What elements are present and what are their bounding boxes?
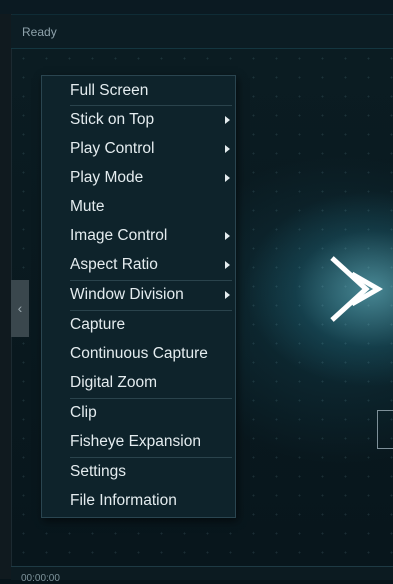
menu-item-label: Clip bbox=[70, 404, 97, 421]
menu-item-label: Capture bbox=[70, 316, 126, 333]
menu-item-label: Stick on Top bbox=[70, 111, 155, 128]
caret-right-icon bbox=[225, 261, 230, 269]
menu-item-label: Aspect Ratio bbox=[70, 256, 158, 273]
menu-item-label: Digital Zoom bbox=[70, 374, 157, 391]
playback-bar: 00:00:00 bbox=[11, 566, 393, 584]
menu-item-clip[interactable]: Clip bbox=[42, 399, 235, 427]
menu-item-stick-on-top[interactable]: Stick on Top bbox=[42, 106, 235, 134]
menu-item-settings[interactable]: Settings bbox=[42, 458, 235, 486]
menu-item-fisheye-expansion[interactable]: Fisheye Expansion bbox=[42, 428, 235, 456]
caret-right-icon bbox=[225, 291, 230, 299]
menu-item-continuous-capture[interactable]: Continuous Capture bbox=[42, 340, 235, 368]
context-menu: Full Screen Stick on Top Play Control Pl… bbox=[41, 75, 236, 518]
menu-item-mute[interactable]: Mute bbox=[42, 193, 235, 221]
status-text: Ready bbox=[22, 25, 57, 39]
menu-item-play-mode[interactable]: Play Mode bbox=[42, 164, 235, 192]
menu-item-play-control[interactable]: Play Control bbox=[42, 135, 235, 163]
menu-item-label: File Information bbox=[70, 492, 177, 509]
menu-item-label: Continuous Capture bbox=[70, 345, 208, 362]
caret-right-icon bbox=[225, 145, 230, 153]
previous-button[interactable]: ‹ bbox=[11, 280, 29, 337]
side-control-box[interactable] bbox=[377, 410, 393, 449]
caret-right-icon bbox=[225, 232, 230, 240]
menu-item-label: Mute bbox=[70, 198, 105, 215]
menu-item-image-control[interactable]: Image Control bbox=[42, 222, 235, 250]
menu-item-window-division[interactable]: Window Division bbox=[42, 281, 235, 309]
menu-item-label: Full Screen bbox=[70, 82, 149, 99]
menu-item-label: Play Control bbox=[70, 140, 155, 157]
menu-item-label: Fisheye Expansion bbox=[70, 433, 201, 450]
menu-item-label: Settings bbox=[70, 463, 127, 480]
menu-item-file-information[interactable]: File Information bbox=[42, 487, 235, 515]
chevron-left-icon: ‹ bbox=[17, 300, 23, 316]
menu-item-label: Image Control bbox=[70, 227, 168, 244]
caret-right-icon bbox=[225, 174, 230, 182]
caret-right-icon bbox=[225, 116, 230, 124]
status-bar: Ready bbox=[11, 15, 393, 49]
menu-item-digital-zoom[interactable]: Digital Zoom bbox=[42, 369, 235, 397]
menu-item-label: Window Division bbox=[70, 286, 184, 303]
double-chevron-logo-icon bbox=[330, 256, 384, 322]
menu-item-full-screen[interactable]: Full Screen bbox=[42, 77, 235, 105]
menu-item-capture[interactable]: Capture bbox=[42, 311, 235, 339]
top-bar bbox=[0, 0, 393, 15]
menu-item-aspect-ratio[interactable]: Aspect Ratio bbox=[42, 251, 235, 279]
menu-item-label: Play Mode bbox=[70, 169, 144, 186]
